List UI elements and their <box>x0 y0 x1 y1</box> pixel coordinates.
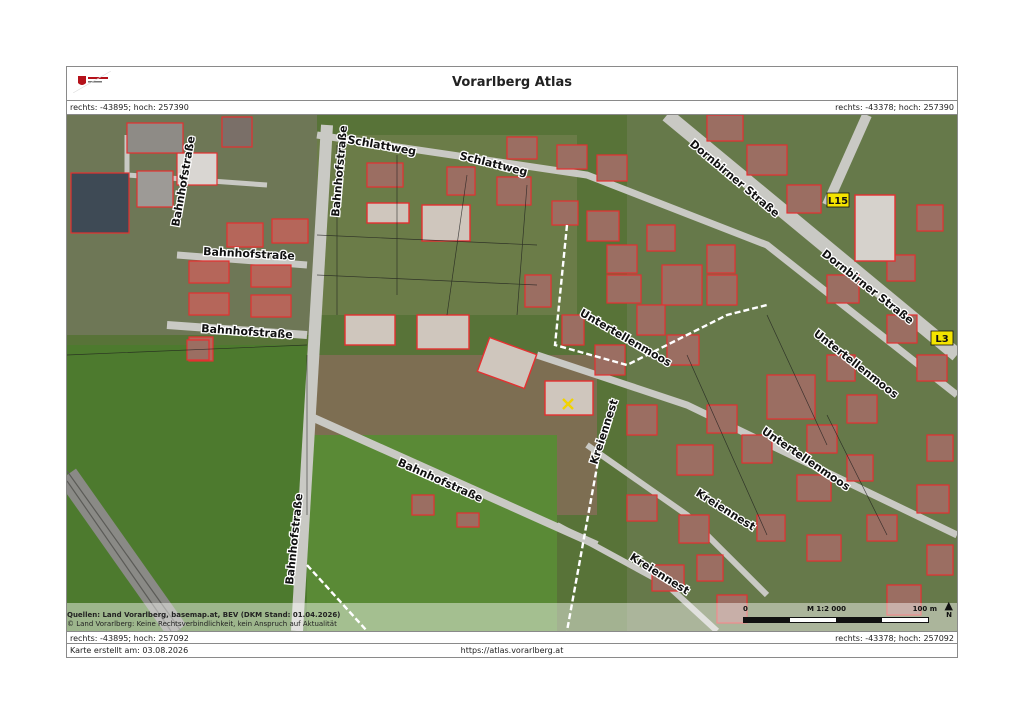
scale-graphic <box>743 617 929 623</box>
coord-top-right: rechts: -43378; hoch: 257390 <box>835 103 954 112</box>
aerial-map[interactable]: Schlattweg Schlattweg Bahnhofstraße Bahn… <box>67 115 957 631</box>
marked-building <box>544 380 594 416</box>
north-label: N <box>946 611 952 619</box>
page-title: Vorarlberg Atlas <box>452 75 572 90</box>
map-sheet: Vorarlberg Atlas rechts: -43895; hoch: 2… <box>66 66 958 661</box>
coord-top-left: rechts: -43895; hoch: 257390 <box>70 103 189 112</box>
sources-line-1: Quellen: Land Vorarlberg, basemap.at, BE… <box>67 611 341 619</box>
top-coordinates: rechts: -43895; hoch: 257390 rechts: -43… <box>67 101 957 115</box>
scale-end: 100 m <box>912 605 937 613</box>
header: Vorarlberg Atlas <box>67 67 957 101</box>
scale-bar: 0 M 1:2 000 100 m ▲ N <box>743 599 953 627</box>
large-building <box>854 194 896 262</box>
sources-line-2: © Land Vorarlberg: Keine Rechtsverbindli… <box>67 620 337 628</box>
map-sources: Quellen: Land Vorarlberg, basemap.at, BE… <box>67 611 340 629</box>
atlas-url[interactable]: https://atlas.vorarlberg.at <box>67 644 957 658</box>
meadow-bottom <box>307 435 557 631</box>
road-badge-l3: L3 <box>930 330 954 346</box>
road-badge-l15: L15 <box>826 192 850 208</box>
meadow-left <box>67 345 307 631</box>
scale-ratio: M 1:2 000 <box>807 605 846 613</box>
footer: Karte erstellt am: 03.08.2026 https://at… <box>67 643 957 657</box>
watermark: SIREAL <box>885 642 955 661</box>
road-badge-l15-label: L15 <box>828 196 848 207</box>
scale-start: 0 <box>743 605 748 613</box>
road-badge-l3-label: L3 <box>935 334 948 345</box>
